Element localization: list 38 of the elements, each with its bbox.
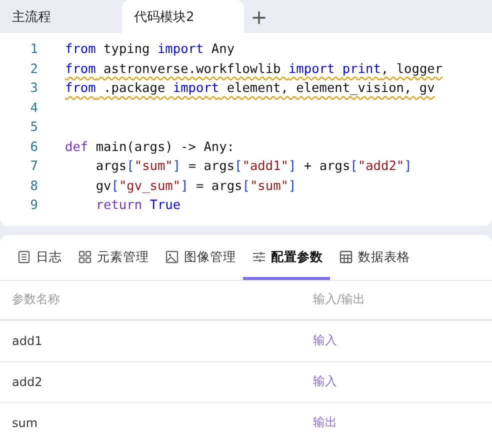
panel-tab[interactable]: 元素管理 bbox=[69, 234, 156, 280]
file-tab[interactable]: 代码模块2 bbox=[122, 0, 244, 33]
code-line: gv["gv_sum"] = args["sum"] bbox=[94, 178, 296, 196]
direction-link[interactable]: 输出 bbox=[313, 414, 337, 431]
line-number: 2 bbox=[29, 62, 38, 77]
sliders-icon bbox=[252, 250, 266, 264]
code-line: def main(args) -> Any: bbox=[65, 140, 235, 157]
panel-tab[interactable]: 日志 bbox=[8, 234, 69, 280]
line-number: 1 bbox=[29, 42, 38, 58]
image-icon bbox=[165, 250, 179, 264]
table-cell-text: add1 bbox=[12, 334, 44, 348]
code-line: args["sum"] = args["add1"] + args["add2"] bbox=[94, 159, 412, 176]
column-header: 输入/输出 bbox=[313, 291, 366, 308]
code-line: from typing import Any bbox=[65, 42, 235, 60]
line-number: 8 bbox=[29, 178, 38, 194]
code-line: return True bbox=[94, 198, 181, 216]
grid-icon bbox=[78, 250, 92, 264]
table-cell-text: add2 bbox=[12, 374, 44, 388]
panel-tab[interactable]: 数据表格 bbox=[330, 234, 417, 280]
code-line: from astronverse.workflowlib import print, logger bbox=[65, 62, 443, 79]
code-editor[interactable] bbox=[0, 33, 492, 226]
line-number: 7 bbox=[29, 159, 38, 174]
line-number: 4 bbox=[29, 100, 38, 116]
direction-link[interactable]: 输入 bbox=[313, 332, 337, 349]
file-tab[interactable]: 主流程 bbox=[0, 0, 122, 33]
line-number: 3 bbox=[29, 81, 38, 96]
panel-tab[interactable]: 配置参数 bbox=[243, 234, 330, 280]
table-cell-text: sum bbox=[12, 416, 39, 430]
direction-link[interactable]: 输入 bbox=[313, 373, 337, 390]
document-icon bbox=[17, 250, 31, 264]
code-line: from .package import element, element_vision, gv bbox=[65, 81, 435, 98]
line-number: 9 bbox=[29, 198, 38, 214]
line-number: 5 bbox=[29, 120, 38, 136]
add-tab-button[interactable]: + bbox=[244, 0, 274, 33]
panel-tab[interactable]: 图像管理 bbox=[156, 234, 243, 280]
table-icon bbox=[339, 250, 353, 264]
line-number: 6 bbox=[29, 140, 38, 155]
column-header: 参数名称 bbox=[12, 291, 61, 308]
